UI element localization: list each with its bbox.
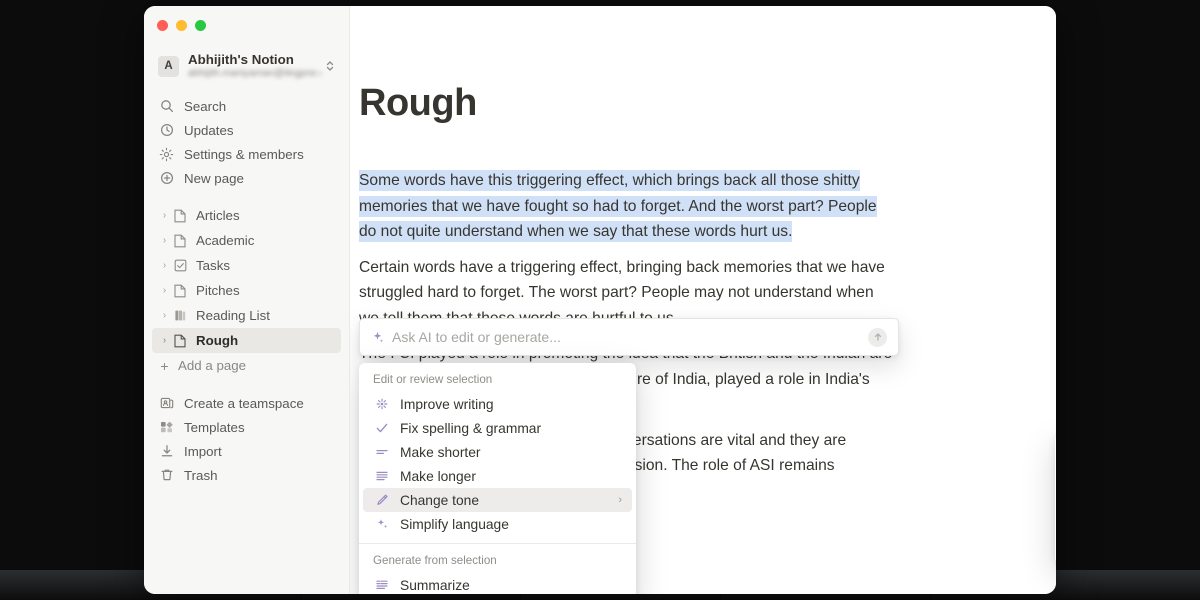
sidebar: A Abhijith's Notion abhijith.maniyaman@i… [144, 6, 350, 594]
menu-item-label: Make shorter [400, 444, 481, 460]
chevron-right-icon[interactable]: › [158, 260, 171, 271]
minimize-button[interactable] [176, 20, 187, 31]
selected-text: Some words have this triggering effect, … [359, 170, 877, 242]
trash-icon [158, 467, 175, 484]
sidebar-item-label: Templates [184, 419, 245, 435]
teamspace-icon [158, 395, 175, 412]
search-icon [158, 98, 175, 115]
menu-section-header-generate: Generate from selection [373, 554, 497, 567]
menu-item-make-shorter[interactable]: Make shorter [363, 440, 632, 464]
summarize-icon [373, 577, 391, 593]
menu-item-improve-writing[interactable]: Improve writing [363, 392, 632, 416]
templates-icon [158, 419, 175, 436]
sidebar-item-import[interactable]: Import [152, 439, 341, 463]
book-icon [171, 307, 189, 324]
page-title[interactable]: Rough [359, 84, 1038, 122]
gear-icon [158, 146, 175, 163]
sidebar-item-label: Create a teamspace [184, 395, 304, 411]
page-icon [171, 232, 189, 249]
page-icon [171, 282, 189, 299]
sidebar-item-settings[interactable]: Settings & members [152, 142, 341, 166]
sidebar-item-label: New page [184, 170, 244, 186]
chevron-right-icon: › [618, 494, 622, 506]
menu-item-fix-spelling-grammar[interactable]: Fix spelling & grammar [363, 416, 632, 440]
menu-section-header-edit: Edit or review selection [373, 373, 493, 386]
check-icon [373, 420, 391, 436]
sidebar-page-pitches[interactable]: › Pitches [152, 278, 341, 303]
paragraph-selected[interactable]: Some words have this triggering effect, … [359, 168, 893, 245]
plus-icon: + [160, 357, 169, 374]
menu-item-change-tone[interactable]: Change tone › [363, 488, 632, 512]
sidebar-item-new-page[interactable]: New page [152, 166, 341, 190]
notion-app-window: A Abhijith's Notion abhijith.maniyaman@i… [144, 6, 1056, 594]
page-icon [171, 332, 189, 349]
sidebar-item-create-teamspace[interactable]: Create a teamspace [152, 391, 341, 415]
add-a-page-button[interactable]: + Add a page [152, 353, 341, 378]
sparkle-burst-icon [373, 396, 391, 412]
sidebar-page-label: Tasks [196, 258, 230, 273]
sidebar-page-label: Academic [196, 233, 255, 248]
zoom-button[interactable] [195, 20, 206, 31]
menu-item-simplify-language[interactable]: Simplify language [363, 512, 632, 536]
ai-prompt-input[interactable]: Ask AI to edit or generate... [392, 329, 868, 345]
sidebar-page-articles[interactable]: › Articles [152, 203, 341, 228]
sidebar-item-label: Import [184, 443, 222, 459]
menu-item-label: Change tone [400, 492, 480, 508]
chevron-right-icon[interactable]: › [158, 310, 171, 321]
menu-item-make-longer[interactable]: Make longer [363, 464, 632, 488]
sidebar-item-label: Settings & members [184, 146, 304, 162]
window-controls [144, 13, 349, 39]
sidebar-item-search[interactable]: Search [152, 94, 341, 118]
menu-item-label: Make longer [400, 468, 476, 484]
sidebar-page-label: Rough [196, 333, 239, 348]
sparkle-icon [373, 516, 391, 532]
plus-circle-icon [158, 170, 175, 187]
chevron-right-icon[interactable]: › [158, 210, 171, 221]
close-button[interactable] [157, 20, 168, 31]
ai-prompt-bar[interactable]: Ask AI to edit or generate... [359, 318, 899, 356]
workspace-switcher[interactable]: A Abhijith's Notion abhijith.maniyaman@i… [152, 48, 341, 84]
pen-icon [373, 492, 391, 508]
sidebar-page-rough[interactable]: › Rough [152, 328, 341, 353]
sidebar-item-label: Trash [184, 467, 218, 483]
sidebar-page-reading-list[interactable]: › Reading List [152, 303, 341, 328]
menu-item-label: Fix spelling & grammar [400, 420, 542, 436]
change-tone-submenu: Professional ↵ Casual Straightforward Co… [1055, 434, 1056, 564]
sidebar-item-updates[interactable]: Updates [152, 118, 341, 142]
arrow-up-circle-icon[interactable] [868, 327, 887, 347]
workspace-email: abhijith.maniyaman@ilegpne.com [188, 68, 321, 79]
menu-item-label: Improve writing [400, 396, 494, 412]
add-a-page-label: Add a page [178, 358, 247, 373]
workspace-avatar: A [158, 55, 179, 77]
chevron-right-icon[interactable]: › [158, 235, 171, 246]
sidebar-page-label: Pitches [196, 283, 240, 298]
sidebar-item-label: Updates [184, 122, 234, 138]
main-content: Rough Some words have this triggering ef… [350, 6, 1056, 594]
sidebar-item-trash[interactable]: Trash [152, 463, 341, 487]
sidebar-page-label: Articles [196, 208, 240, 223]
page-icon [171, 207, 189, 224]
make-longer-icon [373, 468, 391, 484]
sidebar-page-label: Reading List [196, 308, 270, 323]
chevron-right-icon[interactable]: › [158, 285, 171, 296]
checkbox-icon [171, 257, 189, 274]
sidebar-item-templates[interactable]: Templates [152, 415, 341, 439]
menu-item-summarize[interactable]: Summarize [363, 573, 632, 594]
clock-icon [158, 122, 175, 139]
sparkle-icon [371, 331, 384, 344]
sidebar-page-academic[interactable]: › Academic [152, 228, 341, 253]
ai-actions-menu: Edit or review selection Improve writing… [359, 363, 636, 594]
menu-item-label: Simplify language [400, 516, 509, 532]
sidebar-page-tasks[interactable]: › Tasks [152, 253, 341, 278]
chevron-right-icon[interactable]: › [158, 335, 171, 346]
workspace-name: Abhijith's Notion [188, 52, 294, 67]
menu-item-label: Summarize [400, 577, 470, 593]
import-icon [158, 443, 175, 460]
make-shorter-icon [373, 444, 391, 460]
sidebar-item-label: Search [184, 98, 227, 114]
chevron-up-down-icon [325, 59, 335, 73]
